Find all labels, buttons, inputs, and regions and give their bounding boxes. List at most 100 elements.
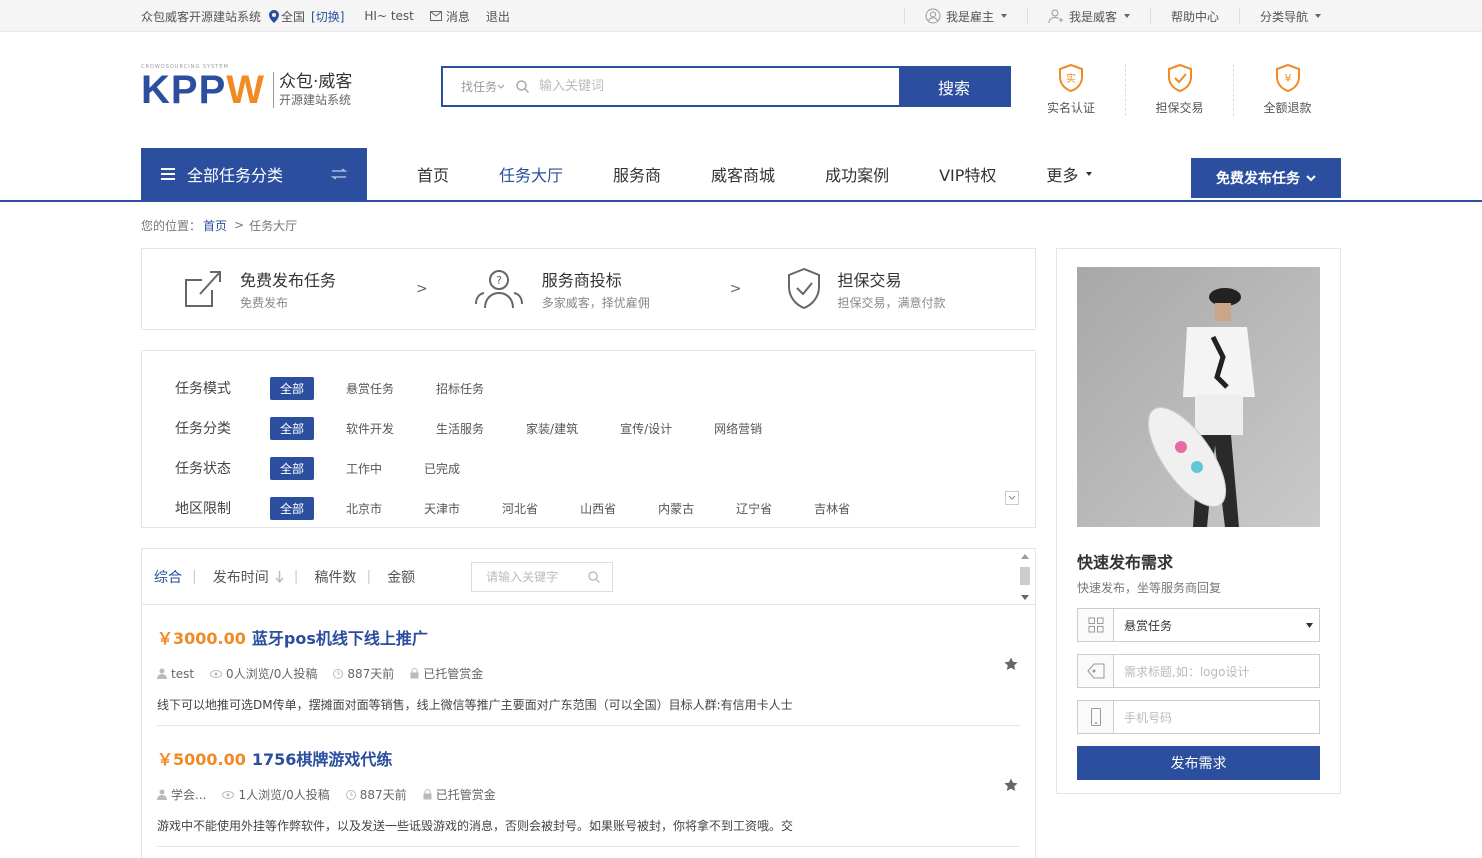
filter-option[interactable]: 山西省	[570, 497, 626, 520]
filter-option[interactable]: 内蒙古	[648, 497, 704, 520]
nav-vip[interactable]: VIP特权	[939, 162, 996, 186]
star-icon[interactable]	[1004, 657, 1018, 671]
demand-title-field[interactable]: 需求标题,如：logo设计	[1077, 654, 1320, 688]
filter-option[interactable]: 悬赏任务	[336, 377, 404, 400]
filter-option[interactable]: 全部	[270, 376, 315, 400]
task-title[interactable]: 1756棋牌游戏代练	[252, 746, 393, 770]
filter-option[interactable]: 生活服务	[426, 417, 494, 440]
svg-text:实: 实	[1066, 72, 1076, 85]
nav-mall[interactable]: 威客商城	[711, 162, 775, 186]
scrollbar[interactable]	[1019, 553, 1031, 601]
filter-row-region: 地区限制 全部 北京市 天津市 河北省 山西省 内蒙古 辽宁省 吉林省	[175, 488, 1035, 528]
expand-regions-button[interactable]	[1005, 491, 1019, 505]
employer-menu[interactable]: 我是雇主	[903, 8, 1027, 24]
keyword-search-input[interactable]: 请输入关键字	[471, 561, 614, 592]
svg-text:¥: ¥	[1284, 72, 1291, 85]
star-icon[interactable]	[1004, 778, 1018, 792]
category-nav-label: 分类导航	[1259, 9, 1308, 24]
filter-option[interactable]: 河北省	[492, 497, 548, 520]
search-button[interactable]: 搜索	[899, 68, 1009, 105]
filter-option[interactable]: 吉林省	[804, 497, 860, 520]
nav-service-providers[interactable]: 服务商	[613, 162, 661, 186]
all-categories-button[interactable]: 全部任务分类	[141, 148, 367, 200]
edit-icon	[185, 271, 221, 307]
filter-option[interactable]: 全部	[270, 496, 315, 520]
category-nav-menu[interactable]: 分类导航	[1238, 8, 1341, 24]
publish-task-button[interactable]: 免费发布任务	[1191, 158, 1341, 198]
sort-time[interactable]: 发布时间	[213, 567, 294, 587]
filter-option[interactable]: 招标任务	[426, 377, 494, 400]
breadcrumb-prefix: 您的位置：	[141, 218, 202, 233]
sort-default[interactable]: 综合	[154, 567, 192, 587]
sort-submissions[interactable]: 稿件数	[314, 567, 366, 587]
search-input[interactable]	[535, 68, 899, 105]
filter-option[interactable]: 宣传/设计	[610, 417, 682, 440]
worker-menu[interactable]: 我是威客	[1026, 8, 1150, 24]
guarantee-badges: 实 实名认证 担保交易 ¥ 全额退款	[1017, 63, 1341, 116]
filter-option[interactable]: 工作中	[336, 457, 392, 480]
filter-panel: 任务模式 全部 悬赏任务 招标任务 任务分类 全部 软件开发 生活服务 家装/建…	[141, 350, 1036, 528]
step-sub: 免费发布	[240, 296, 289, 310]
phone-field[interactable]: 手机号码	[1077, 700, 1320, 734]
filter-option[interactable]: 已完成	[414, 457, 470, 480]
employer-label: 我是雇主	[945, 9, 994, 24]
menu-icon	[161, 168, 175, 180]
filter-label: 任务状态	[175, 461, 231, 477]
sort-time-label: 发布时间	[212, 569, 269, 586]
nav-cases[interactable]: 成功案例	[825, 162, 889, 186]
logout-link[interactable]: 退出	[486, 8, 510, 25]
search-type-select[interactable]: 找任务	[443, 68, 509, 105]
keyword-placeholder: 请输入关键字	[486, 570, 559, 584]
guarantee-label: 实名认证	[1046, 101, 1095, 115]
publish-demand-button[interactable]: 发布需求	[1077, 746, 1320, 780]
task-type-select[interactable]: 悬赏任务	[1077, 608, 1320, 642]
filter-option[interactable]: 北京市	[336, 497, 392, 520]
filter-option[interactable]: 天津市	[414, 497, 470, 520]
switch-location-link[interactable]: [切换]	[311, 8, 344, 25]
all-categories-label: 全部任务分类	[187, 166, 284, 185]
greeting[interactable]: HI~ test	[364, 9, 413, 23]
guarantee-escrow[interactable]: 担保交易	[1125, 63, 1233, 116]
filter-row-category: 任务分类 全部 软件开发 生活服务 家装/建筑 宣传/设计 网络营销	[175, 408, 1035, 448]
location-pin-icon	[269, 9, 280, 23]
logo-tagline: CROWDSOURCING SYSTEM	[141, 64, 229, 70]
phone-icon	[1090, 708, 1101, 726]
nav-home[interactable]: 首页	[417, 162, 449, 186]
breadcrumb-home[interactable]: 首页	[203, 217, 227, 234]
caret-down-icon	[1306, 622, 1313, 628]
logo-line1: 众包·威客	[279, 72, 353, 92]
task-price: ￥5000.00	[157, 750, 246, 769]
filter-option[interactable]: 全部	[270, 416, 315, 440]
site-logo[interactable]: CROWDSOURCING SYSTEM KPPW 众包·威客 开源建站系统	[141, 64, 353, 110]
filter-option[interactable]: 辽宁省	[726, 497, 782, 520]
quick-publish-panel: 快速发布需求 快速发布，坐等服务商回复 悬赏任务 需求标题,如：logo设计 手…	[1056, 248, 1341, 794]
chevron-down-icon	[1315, 14, 1321, 18]
guarantee-verify[interactable]: 实 实名认证	[1017, 63, 1125, 116]
shield-refund-icon: ¥	[1275, 63, 1300, 93]
nav-more[interactable]: 更多	[1046, 162, 1093, 186]
messages-link[interactable]: 消息	[429, 8, 470, 25]
task-item[interactable]: ￥3000.00 蓝牙pos机线下线上推广 test 0人浏览/0人投稿 887天…	[157, 605, 1020, 726]
sort-amount[interactable]: 金额	[387, 567, 425, 587]
task-list: 综合 | 发布时间 | 稿件数 | 金额 请输入关键字 ￥3000.00 蓝牙pos机…	[141, 548, 1036, 858]
top-bar: 众包威客开源建站系统 全国 [切换] HI~ test 消息 退出 我是雇主 我…	[0, 0, 1482, 32]
filter-option[interactable]: 网络营销	[704, 417, 772, 440]
task-views: 0人浏览/0人投稿	[226, 667, 318, 681]
task-title[interactable]: 蓝牙pos机线下线上推广	[252, 625, 428, 649]
guarantee-refund[interactable]: ¥ 全额退款	[1233, 63, 1341, 116]
demand-title-placeholder: 需求标题,如：logo设计	[1124, 664, 1250, 679]
step-title: 免费发布任务	[240, 271, 337, 290]
search-icon	[588, 570, 601, 583]
filter-option[interactable]: 软件开发	[336, 417, 404, 440]
nav-task-hall[interactable]: 任务大厅	[499, 162, 563, 186]
guarantee-label: 全额退款	[1263, 101, 1312, 115]
help-center-link[interactable]: 帮助中心	[1149, 8, 1239, 24]
filter-option[interactable]: 全部	[270, 456, 315, 480]
filter-option[interactable]: 家装/建筑	[516, 417, 588, 440]
clock-icon	[333, 668, 344, 679]
worker-icon	[1048, 9, 1063, 24]
promo-photo	[1077, 267, 1320, 527]
lock-icon	[423, 789, 432, 800]
task-item[interactable]: ￥5000.00 1756棋牌游戏代练 学会... 1人浏览/0人投稿 887天前…	[157, 726, 1020, 847]
task-desc: 游戏中不能使用外挂等作弊软件，以及发送一些诋毁游戏的消息，否则会被封号。如果账号…	[157, 819, 794, 833]
